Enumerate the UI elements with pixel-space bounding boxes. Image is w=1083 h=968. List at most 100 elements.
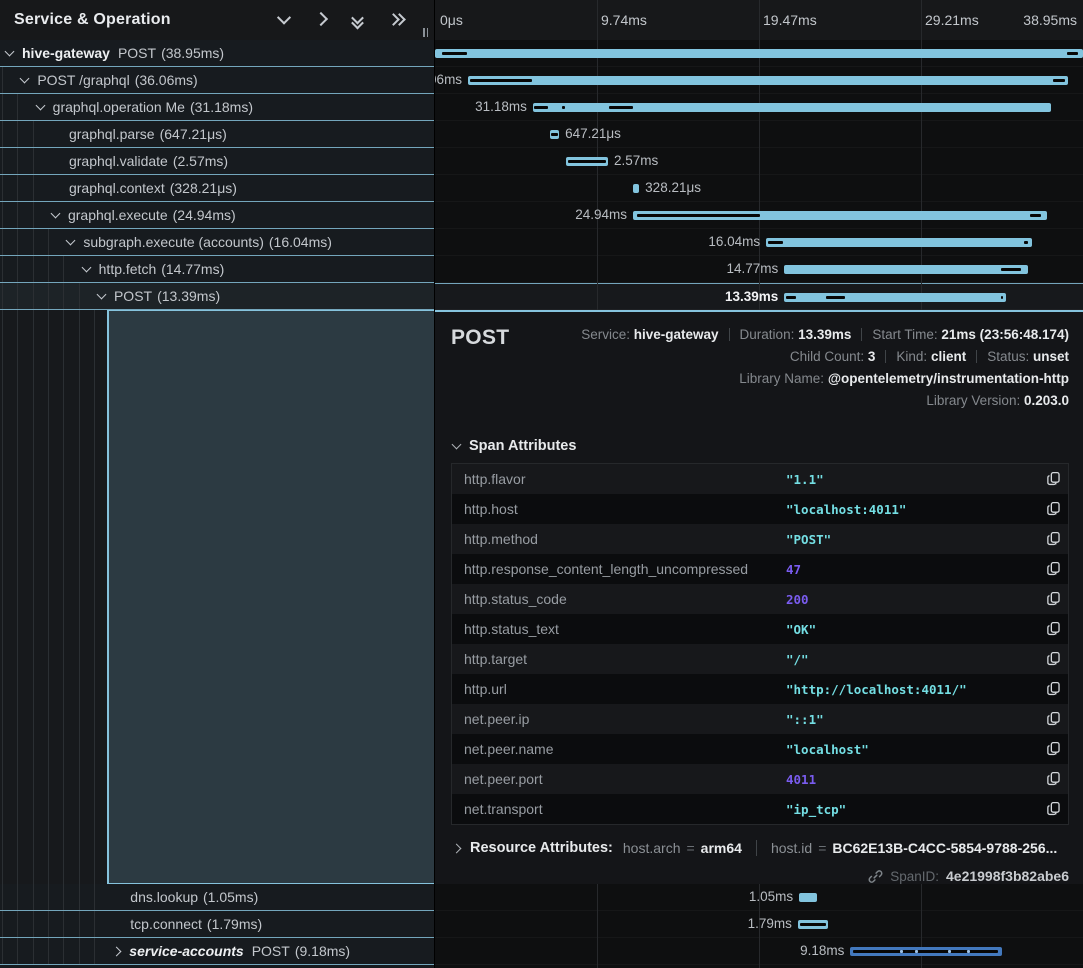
span-bar[interactable] <box>468 76 1068 85</box>
span-tree-row[interactable]: service-accountsPOST(9.18ms) <box>0 938 434 965</box>
indent-guide <box>17 202 18 228</box>
span-tree-row[interactable]: POST /graphql(36.06ms) <box>0 67 434 94</box>
copy-icon[interactable] <box>1038 561 1068 577</box>
indent-guide <box>48 938 49 964</box>
operation-name: subgraph.execute (accounts) <box>83 234 264 250</box>
copy-icon[interactable] <box>1038 771 1068 787</box>
link-icon[interactable] <box>868 869 883 884</box>
span-bar[interactable] <box>435 49 1083 58</box>
copy-icon[interactable] <box>1038 711 1068 727</box>
attribute-row: net.transport"ip_tcp" <box>452 794 1068 824</box>
span-tree-row[interactable]: graphql.execute(24.94ms) <box>0 202 434 229</box>
span-bar[interactable] <box>766 238 1032 247</box>
timeline-row[interactable]: 328.21μs <box>435 175 1083 202</box>
span-meta: Service: hive-gatewayDuration: 13.39msSt… <box>451 324 1069 412</box>
indent-guide <box>63 310 64 884</box>
copy-icon[interactable] <box>1038 531 1068 547</box>
timeline-row[interactable]: 1.79ms <box>435 911 1083 938</box>
timeline-row[interactable]: 2.57ms <box>435 148 1083 175</box>
copy-icon[interactable] <box>1038 741 1068 757</box>
collapse-all-icon[interactable] <box>353 11 362 29</box>
span-tree-row[interactable]: dns.lookup(1.05ms) <box>0 884 434 911</box>
span-bar[interactable] <box>799 893 817 902</box>
bar-duration-label: 9.18ms <box>800 938 844 964</box>
indent-guide <box>48 229 49 255</box>
indent-guide <box>63 911 64 937</box>
span-tree-row[interactable]: graphql.parse(647.21μs) <box>0 121 434 148</box>
copy-icon[interactable] <box>1038 621 1068 637</box>
indent-guide <box>33 229 34 255</box>
indent-guide <box>79 938 80 964</box>
span-tree-row[interactable]: tcp.connect(1.79ms) <box>0 911 434 938</box>
span-bar[interactable] <box>633 184 639 193</box>
chevron-down-icon[interactable] <box>5 47 15 57</box>
copy-icon[interactable] <box>1038 591 1068 607</box>
span-tree-row[interactable]: subgraph.execute (accounts)(16.04ms) <box>0 229 434 256</box>
timeline-row[interactable]: 13.39ms <box>435 283 1083 310</box>
chevron-down-icon[interactable] <box>20 74 30 84</box>
indent-guide <box>33 202 34 228</box>
span-bar[interactable] <box>784 265 1028 274</box>
span-tree-row[interactable]: POST(13.39ms) <box>0 283 434 310</box>
meta-value: @opentelemetry/instrumentation-http <box>828 371 1069 386</box>
timeline-row[interactable]: 9.18ms <box>435 938 1083 965</box>
meta-separator <box>885 350 886 363</box>
span-bar[interactable] <box>798 920 828 929</box>
timeline-row[interactable]: 1.05ms <box>435 884 1083 911</box>
chevron-down-icon[interactable] <box>35 101 45 111</box>
timeline-row[interactable] <box>435 40 1083 67</box>
indent-guide <box>17 884 18 910</box>
attribute-row: http.response_content_length_uncompresse… <box>452 554 1068 584</box>
critical-path-segment <box>826 296 845 299</box>
span-tree-row[interactable]: graphql.operation Me(31.18ms) <box>0 94 434 121</box>
indent-guide <box>63 938 64 964</box>
span-bar[interactable] <box>550 130 559 139</box>
timeline-row[interactable]: 36.06ms <box>435 67 1083 94</box>
critical-path-segment <box>470 79 532 82</box>
pane-resize-handle[interactable] <box>423 28 428 37</box>
span-tree-row[interactable]: graphql.context(328.21μs) <box>0 175 434 202</box>
timeline-tick: 0μs <box>440 0 463 40</box>
chevron-down-icon[interactable] <box>51 209 61 219</box>
expand-all-icon[interactable] <box>389 11 404 29</box>
indent-guide <box>94 310 95 884</box>
indent-guide <box>79 310 80 884</box>
span-tree-row[interactable]: http.fetch(14.77ms) <box>0 256 434 283</box>
timeline-row[interactable]: 31.18ms <box>435 94 1083 121</box>
copy-icon[interactable] <box>1038 801 1068 817</box>
copy-icon[interactable] <box>1038 681 1068 697</box>
indent-guide <box>17 148 18 174</box>
expand-one-icon[interactable] <box>316 11 326 29</box>
indent-guide <box>48 884 49 910</box>
span-tree-row[interactable]: graphql.validate(2.57ms) <box>0 148 434 175</box>
chevron-down-icon[interactable] <box>66 236 76 246</box>
collapse-one-icon[interactable] <box>279 11 289 29</box>
span-tree-row[interactable]: hive-gatewayPOST(38.95ms) <box>0 40 434 67</box>
span-attributes-toggle[interactable]: Span Attributes <box>435 438 1083 454</box>
timeline-row[interactable]: 16.04ms <box>435 229 1083 256</box>
attribute-key: net.peer.port <box>452 771 786 787</box>
service-name: service-accounts <box>129 943 243 959</box>
timeline-row[interactable]: 647.21μs <box>435 121 1083 148</box>
chevron-down-icon[interactable] <box>97 290 107 300</box>
timeline-row[interactable]: 14.77ms <box>435 256 1083 283</box>
span-bar[interactable] <box>850 947 1002 956</box>
span-bar[interactable] <box>566 157 608 166</box>
copy-icon[interactable] <box>1038 501 1068 517</box>
timeline-tick: 19.47ms <box>763 0 817 40</box>
timeline-row[interactable]: 24.94ms <box>435 202 1083 229</box>
span-meta-line: Child Count: 3Kind: clientStatus: unset <box>451 346 1069 368</box>
span-duration: (328.21μs) <box>170 180 237 196</box>
meta-separator <box>976 350 977 363</box>
chevron-down-icon[interactable] <box>81 263 91 273</box>
copy-icon[interactable] <box>1038 651 1068 667</box>
meta-value: 13.39ms <box>798 327 851 342</box>
attribute-row: http.target"/" <box>452 644 1068 674</box>
span-bar[interactable] <box>533 103 1051 112</box>
span-bar[interactable] <box>633 211 1047 220</box>
copy-icon[interactable] <box>1038 471 1068 487</box>
resource-attributes-row[interactable]: Resource Attributes:host.arch=arm64host.… <box>453 840 1069 856</box>
chevron-right-icon[interactable] <box>112 946 122 956</box>
bar-duration-label: 1.05ms <box>749 884 793 910</box>
span-bar[interactable] <box>784 293 1006 302</box>
